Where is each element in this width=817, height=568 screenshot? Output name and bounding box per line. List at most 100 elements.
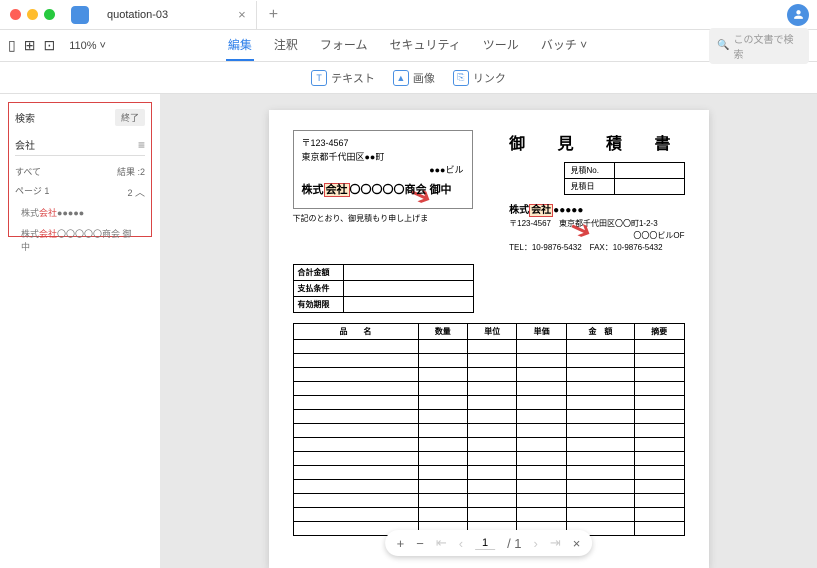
titlebar: quotation-03 × + <box>0 0 817 30</box>
recipient-bldg: ●●●ビル <box>302 164 464 178</box>
sidebar-toggle-icon[interactable]: ▯ <box>8 37 16 54</box>
table-row <box>293 438 684 452</box>
view-mode-icons: ▯ ⊞ ⊡ <box>8 37 55 54</box>
document-search-input[interactable]: 🔍 この文書で検索 <box>709 28 809 64</box>
table-row <box>293 508 684 522</box>
first-page-button[interactable]: ⇤ <box>436 535 447 551</box>
r2a: 株式 <box>21 229 39 239</box>
menu-batch[interactable]: バッチ ˅ <box>539 30 589 61</box>
quotation-note: 下記のとおり、御見積もり申し上げま <box>293 213 473 224</box>
page-number-input[interactable] <box>475 537 495 550</box>
table-row <box>293 340 684 354</box>
new-tab-button[interactable]: + <box>257 6 290 24</box>
r1c: ●●●●● <box>57 208 84 218</box>
search-options-icon[interactable]: ≡ <box>138 138 145 152</box>
document-tab[interactable]: quotation-03 × <box>97 1 257 29</box>
table-row <box>293 396 684 410</box>
meta-table: 見積No. 見積日 <box>564 162 685 195</box>
s-bldg: 〇〇〇ビルOF <box>509 230 684 242</box>
menu-bar: 編集 注釈 フォーム セキュリティ ツール バッチ ˅ <box>226 30 589 61</box>
table-row <box>293 452 684 466</box>
meta-date-value <box>614 179 684 195</box>
thumbnail-view-icon[interactable]: ⊞ <box>24 37 36 54</box>
menu-form[interactable]: フォーム <box>318 30 370 61</box>
col-remarks: 摘要 <box>635 324 684 340</box>
close-window-icon[interactable] <box>10 9 21 20</box>
tab-title: quotation-03 <box>107 9 168 21</box>
col-name: 品 名 <box>293 324 418 340</box>
add-text-button[interactable]: Tテキスト <box>311 70 375 86</box>
sum-expiry-label: 有効期限 <box>293 297 343 313</box>
add-image-label: 画像 <box>413 70 435 86</box>
page-total: / 1 <box>507 536 521 551</box>
r1a: 株式 <box>21 208 39 218</box>
end-search-button[interactable]: 終了 <box>115 109 145 126</box>
table-row <box>293 466 684 480</box>
page-count: 2 <box>127 188 132 198</box>
prev-page-button[interactable]: ‹ <box>459 536 463 551</box>
text-icon: T <box>311 70 327 86</box>
last-page-button[interactable]: ⇥ <box>550 535 561 551</box>
zoom-dropdown[interactable]: 110% ˅ <box>69 40 106 52</box>
main-toolbar: ▯ ⊞ ⊡ 110% ˅ 編集 注釈 フォーム セキュリティ ツール バッチ ˅… <box>0 30 817 62</box>
items-table: 品 名 数量 単位 単価 金 額 摘要 <box>293 323 685 536</box>
grid-view-icon[interactable]: ⊡ <box>43 37 55 54</box>
search-result-2[interactable]: 株式会社〇〇〇〇〇商会 御中 <box>15 223 145 257</box>
search-heading: 検索 <box>15 110 35 125</box>
menu-edit[interactable]: 編集 <box>226 30 254 61</box>
search-query-text: 会社 <box>15 137 35 152</box>
table-row <box>293 368 684 382</box>
co-pre: 株式 <box>302 184 324 196</box>
sender-block: 株式会社●●●●● 〒123-4567 東京都千代田区〇〇町1-2-3 〇〇〇ビ… <box>509 203 684 254</box>
meta-no-label: 見積No. <box>564 163 614 179</box>
col-unit: 単位 <box>468 324 517 340</box>
add-link-label: リンク <box>473 70 506 86</box>
close-tab-icon[interactable]: × <box>238 7 246 22</box>
pdf-page: 〒123-4567 東京都千代田区●●町 ●●●ビル 株式会社〇〇〇〇〇商会 御… <box>269 110 709 568</box>
co-highlight: 会社 <box>324 183 350 197</box>
zoom-out-button[interactable]: − <box>416 536 424 551</box>
co-suffix: 御中 <box>430 184 452 196</box>
meta-no-value <box>614 163 684 179</box>
zoom-in-button[interactable]: + <box>397 536 405 551</box>
search-result-1[interactable]: 株式会社●●●●● <box>15 202 145 223</box>
table-row <box>293 382 684 396</box>
main-area: 検索 終了 会社 ≡ すべて結果 :2 ページ 12 ︿ 株式会社●●●●● 株… <box>0 94 817 568</box>
add-image-button[interactable]: ▲画像 <box>393 70 435 86</box>
document-title: 御 見 積 書 <box>509 130 684 154</box>
table-row <box>293 494 684 508</box>
s-highlight: 会社 <box>529 204 553 217</box>
maximize-window-icon[interactable] <box>44 9 55 20</box>
edit-subtoolbar: Tテキスト ▲画像 ⎘リンク <box>0 62 817 94</box>
table-row <box>293 424 684 438</box>
add-link-button[interactable]: ⎘リンク <box>453 70 506 86</box>
table-row <box>293 410 684 424</box>
sum-terms-label: 支払条件 <box>293 281 343 297</box>
table-row <box>293 354 684 368</box>
sum-total-value <box>343 265 473 281</box>
page-controls: + − ⇤ ‹ / 1 › ⇥ × <box>385 530 593 556</box>
s-pre: 株式 <box>509 205 529 216</box>
close-controls-button[interactable]: × <box>573 536 581 551</box>
window-controls <box>0 9 65 20</box>
sum-total-label: 合計金額 <box>293 265 343 281</box>
next-page-button[interactable]: › <box>534 536 538 551</box>
search-sidebar: 検索 終了 会社 ≡ すべて結果 :2 ページ 12 ︿ 株式会社●●●●● 株… <box>0 94 160 568</box>
all-count: 結果 :2 <box>117 165 145 178</box>
meta-date-label: 見積日 <box>564 179 614 195</box>
minimize-window-icon[interactable] <box>27 9 38 20</box>
add-text-label: テキスト <box>331 70 375 86</box>
menu-security[interactable]: セキュリティ <box>388 30 463 61</box>
recipient-zip: 〒123-4567 <box>302 137 464 151</box>
menu-annotate[interactable]: 注釈 <box>272 30 300 61</box>
r1b: 会社 <box>39 208 57 218</box>
menu-tool[interactable]: ツール <box>481 30 521 61</box>
sum-expiry-value <box>343 297 473 313</box>
chevron-up-icon[interactable]: ︿ <box>135 188 145 199</box>
col-amount: 金 額 <box>566 324 634 340</box>
user-avatar-icon[interactable] <box>787 4 809 26</box>
col-price: 単価 <box>517 324 566 340</box>
recipient-company: 株式会社〇〇〇〇〇商会 御中 <box>302 182 464 199</box>
s-tel: TEL：10-9876-5432 FAX：10-9876-5432 <box>509 242 684 254</box>
link-icon: ⎘ <box>453 70 469 86</box>
